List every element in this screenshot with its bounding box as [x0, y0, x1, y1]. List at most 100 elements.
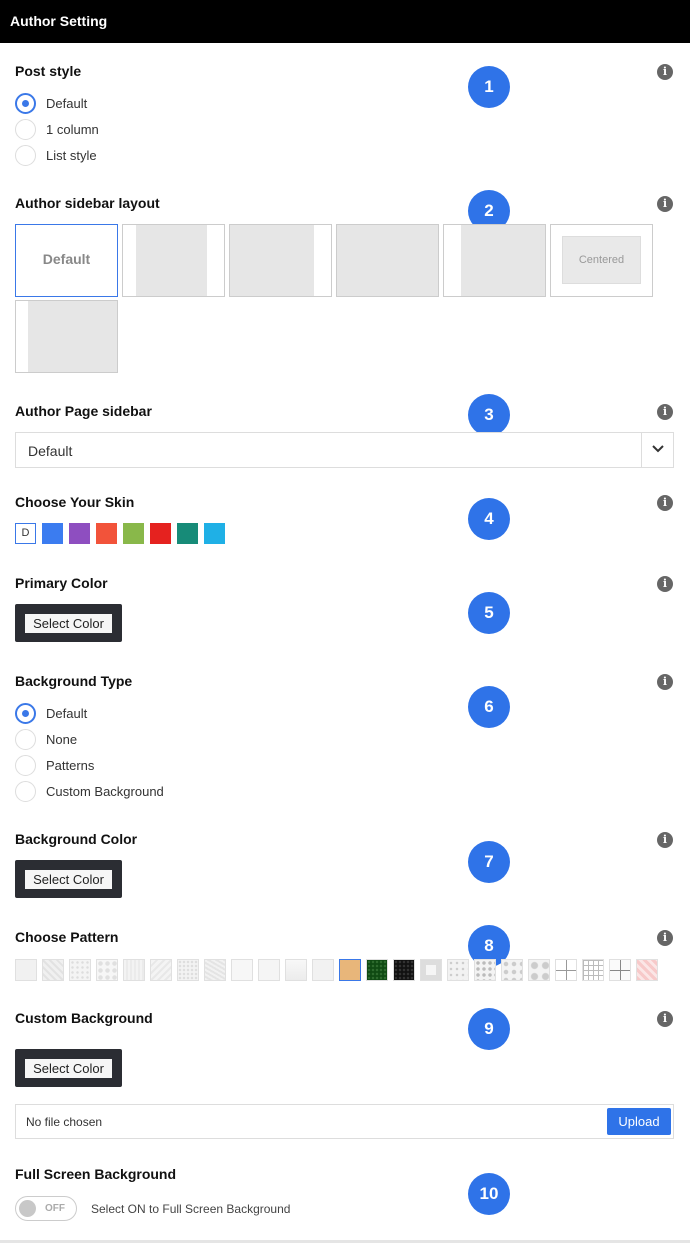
- layout-option-right-narrow[interactable]: [229, 224, 332, 297]
- layout-option-centered[interactable]: Centered: [550, 224, 653, 297]
- pattern-swatch-9[interactable]: [231, 959, 253, 981]
- radio-bg-default[interactable]: Default: [15, 702, 87, 724]
- radio-icon[interactable]: [15, 754, 36, 776]
- radio-bg-patterns[interactable]: Patterns: [15, 754, 94, 776]
- pattern-swatch-4[interactable]: [96, 959, 118, 981]
- skin-swatch-orange[interactable]: [96, 523, 117, 544]
- full-screen-toggle[interactable]: OFF: [15, 1196, 77, 1221]
- skin-swatch-sky[interactable]: [204, 523, 225, 544]
- select-color-label: Select Color: [25, 614, 112, 633]
- info-icon[interactable]: i: [657, 1011, 673, 1027]
- custom-background-color-button[interactable]: Select Color: [15, 1049, 122, 1087]
- pattern-swatch-11[interactable]: [285, 959, 307, 981]
- header-bar: Author Setting: [0, 0, 690, 43]
- background-color-button[interactable]: Select Color: [15, 860, 122, 898]
- pattern-swatch-7[interactable]: [177, 959, 199, 981]
- radio-bg-custom[interactable]: Custom Background: [15, 780, 164, 802]
- pattern-swatch-3[interactable]: [69, 959, 91, 981]
- pattern-swatch-18[interactable]: [474, 959, 496, 981]
- radio-post-list-style[interactable]: List style: [15, 144, 97, 166]
- pattern-swatch-20[interactable]: [528, 959, 550, 981]
- info-icon[interactable]: i: [657, 404, 673, 420]
- chevron-down-icon[interactable]: [641, 433, 673, 467]
- pattern-title: Choose Pattern: [15, 929, 119, 945]
- info-icon[interactable]: i: [657, 930, 673, 946]
- info-icon[interactable]: i: [657, 832, 673, 848]
- radio-label: Default: [46, 705, 88, 721]
- full-screen-description: Select ON to Full Screen Background: [91, 1202, 291, 1216]
- step-badge-9: 9: [468, 1008, 510, 1050]
- pattern-swatch-17[interactable]: [447, 959, 469, 981]
- pattern-swatch-14[interactable]: [366, 959, 388, 981]
- radio-selected-icon[interactable]: [15, 702, 36, 724]
- radio-label: Patterns: [46, 757, 95, 773]
- radio-icon[interactable]: [15, 728, 36, 750]
- radio-icon[interactable]: [15, 144, 36, 166]
- skin-swatch-green[interactable]: [123, 523, 144, 544]
- pattern-swatch-15[interactable]: [393, 959, 415, 981]
- radio-label: List style: [46, 147, 97, 163]
- info-icon[interactable]: i: [657, 576, 673, 592]
- skin-swatch-red[interactable]: [150, 523, 171, 544]
- page-sidebar-select[interactable]: Default: [15, 432, 674, 468]
- pattern-swatch-6[interactable]: [150, 959, 172, 981]
- skin-title: Choose Your Skin: [15, 494, 135, 510]
- pattern-swatch-23[interactable]: [609, 959, 631, 981]
- skin-default-swatch[interactable]: D: [15, 523, 36, 544]
- file-status-text: No file chosen: [26, 1115, 103, 1129]
- step-badge-5: 5: [468, 592, 510, 634]
- select-color-label: Select Color: [25, 1059, 112, 1078]
- layout-preview-content: [461, 225, 545, 296]
- pattern-swatch-24[interactable]: [636, 959, 658, 981]
- pattern-swatch-5[interactable]: [123, 959, 145, 981]
- radio-label: Default: [46, 95, 88, 111]
- radio-bg-none[interactable]: None: [15, 728, 77, 750]
- layout-preview-content: [136, 225, 207, 296]
- step-badge-10: 10: [468, 1173, 510, 1215]
- post-style-title: Post style: [15, 63, 82, 79]
- pattern-swatch-16[interactable]: [420, 959, 442, 981]
- pattern-swatch-13[interactable]: [339, 959, 361, 981]
- layout-centered-label: Centered: [562, 236, 641, 284]
- info-icon[interactable]: i: [657, 196, 673, 212]
- skin-swatch-teal[interactable]: [177, 523, 198, 544]
- pattern-swatch-19[interactable]: [501, 959, 523, 981]
- background-type-title: Background Type: [15, 673, 133, 689]
- custom-background-title: Custom Background: [15, 1010, 153, 1026]
- pattern-swatch-10[interactable]: [258, 959, 280, 981]
- radio-icon[interactable]: [15, 780, 36, 802]
- pattern-swatch-8[interactable]: [204, 959, 226, 981]
- file-upload-field[interactable]: No file chosen Upload: [15, 1104, 674, 1139]
- info-icon[interactable]: i: [657, 64, 673, 80]
- page-sidebar-title: Author Page sidebar: [15, 403, 152, 419]
- primary-color-button[interactable]: Select Color: [15, 604, 122, 642]
- pattern-swatch-21[interactable]: [555, 959, 577, 981]
- radio-icon[interactable]: [15, 118, 36, 140]
- layout-option-right-sidebar[interactable]: [122, 224, 225, 297]
- layout-option-full-width[interactable]: [336, 224, 439, 297]
- radio-label: Custom Background: [46, 783, 164, 799]
- layout-option-left-sidebar[interactable]: [443, 224, 546, 297]
- step-badge-7: 7: [468, 841, 510, 883]
- pattern-swatch-12[interactable]: [312, 959, 334, 981]
- radio-post-default[interactable]: Default: [15, 92, 87, 114]
- skin-swatch-blue[interactable]: [42, 523, 63, 544]
- skin-swatch-purple[interactable]: [69, 523, 90, 544]
- layout-preview-content: [230, 225, 314, 296]
- step-badge-4: 4: [468, 498, 510, 540]
- info-icon[interactable]: i: [657, 495, 673, 511]
- radio-post-1-column[interactable]: 1 column: [15, 118, 99, 140]
- upload-button[interactable]: Upload: [607, 1108, 671, 1135]
- radio-selected-icon[interactable]: [15, 92, 36, 114]
- layout-option-default[interactable]: Default: [15, 224, 118, 297]
- step-badge-3: 3: [468, 394, 510, 436]
- layout-option-left-narrow[interactable]: [15, 300, 118, 373]
- toggle-knob[interactable]: [19, 1200, 36, 1217]
- info-icon[interactable]: i: [657, 674, 673, 690]
- select-value: Default: [28, 443, 73, 459]
- radio-label: 1 column: [46, 121, 99, 137]
- pattern-swatch-1[interactable]: [15, 959, 37, 981]
- toggle-state-label: OFF: [45, 1203, 65, 1214]
- pattern-swatch-2[interactable]: [42, 959, 64, 981]
- pattern-swatch-22[interactable]: [582, 959, 604, 981]
